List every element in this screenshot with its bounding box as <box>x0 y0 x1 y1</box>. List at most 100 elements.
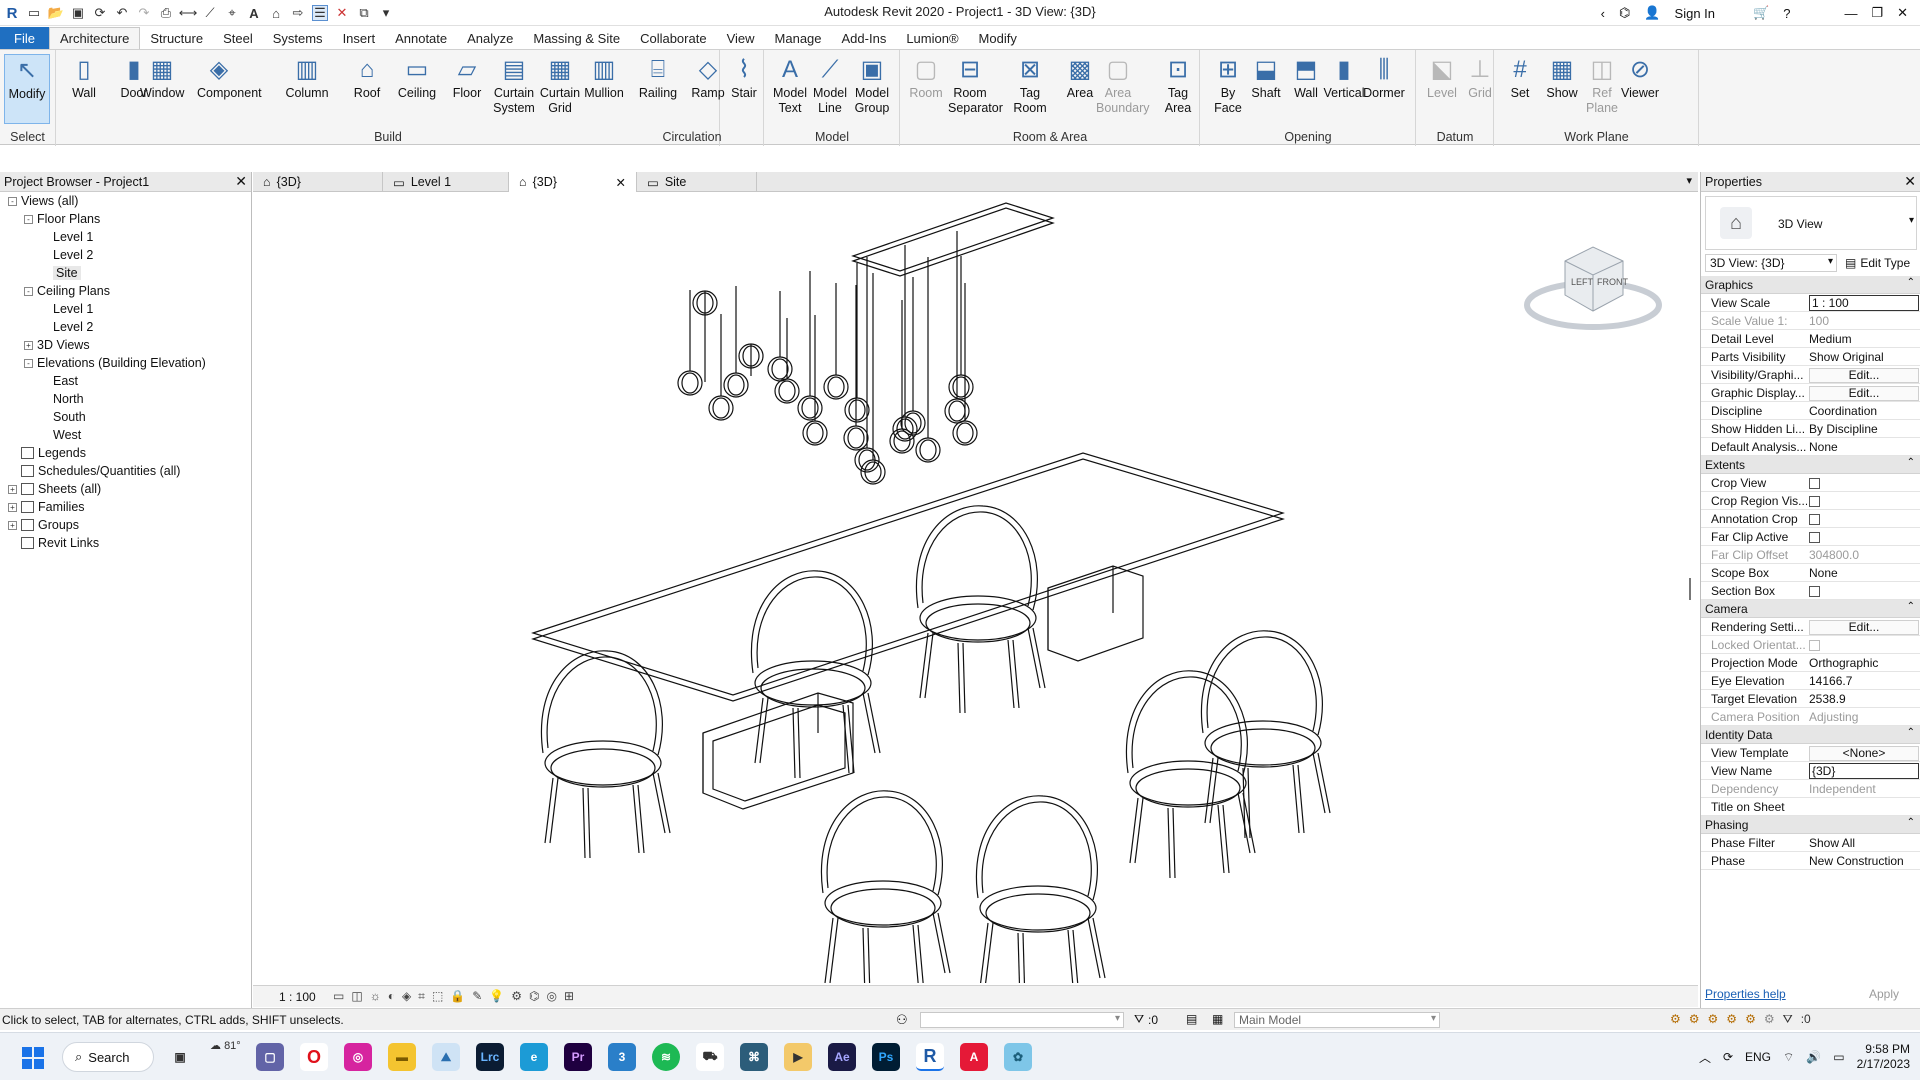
chevron-up-icon[interactable]: ︿ <box>1699 1049 1711 1066</box>
edge-icon[interactable]: e <box>520 1043 548 1071</box>
close-icon[interactable]: ✕ <box>1904 173 1916 190</box>
save-icon[interactable]: ▣ <box>70 5 86 21</box>
property-value-crop-view[interactable] <box>1809 476 1919 492</box>
checkbox[interactable] <box>1809 514 1820 525</box>
panel-label-room[interactable]: Room & Area <box>901 130 1199 144</box>
tab-manage[interactable]: Manage <box>765 27 832 49</box>
tree-item-level-2[interactable]: Level 2 <box>40 320 93 334</box>
select-links-icon[interactable]: ⚙ <box>1670 1012 1681 1027</box>
analytical-icon[interactable]: ⌬ <box>529 989 539 1004</box>
property-value-crop-region-vis[interactable] <box>1809 494 1919 510</box>
build-tool-component[interactable]: ◈ Component <box>197 54 262 101</box>
clock[interactable]: 9:58 PM 2/17/2023 <box>1857 1042 1910 1072</box>
text-icon[interactable]: A <box>246 5 262 21</box>
view-cube[interactable]: LEFT FRONT <box>1523 233 1663 343</box>
collapse-icon[interactable]: ⌃ <box>1907 817 1915 828</box>
view-tab-site[interactable]: ▭ Site <box>637 172 757 192</box>
expand-icon[interactable]: + <box>8 484 17 494</box>
tree-item-level-1[interactable]: Level 1 <box>40 230 93 244</box>
language-indicator[interactable]: ENG <box>1745 1050 1771 1064</box>
binoculars-icon[interactable]: ⌬ <box>1619 5 1630 21</box>
media-icon[interactable]: ▶ <box>784 1043 812 1071</box>
opening-tool-shaft[interactable]: ⬓ Shaft <box>1244 54 1288 101</box>
checkbox[interactable] <box>1809 532 1820 543</box>
battery-icon[interactable]: ▭ <box>1833 1050 1844 1064</box>
tab-annotate[interactable]: Annotate <box>385 27 457 49</box>
build-tool-wall[interactable]: ▯ Wall <box>62 54 106 101</box>
background-process-icon[interactable]: ⚙ <box>1764 1012 1775 1027</box>
section-icon[interactable]: ⇨ <box>290 5 306 21</box>
autocad-icon[interactable]: A <box>960 1043 988 1071</box>
close-icon[interactable]: ✕ <box>616 175 626 190</box>
revit-taskbar-icon[interactable]: R <box>916 1043 944 1071</box>
sync-icon[interactable]: ⟳ <box>92 5 108 21</box>
property-value-view-scale[interactable]: 1 : 100 <box>1809 295 1919 311</box>
design-options-icon[interactable]: ▤ <box>1186 1012 1197 1026</box>
crop-region-icon[interactable]: ⬚ <box>432 989 443 1004</box>
properties-section-identity-data[interactable]: Identity Data ⌃ <box>1701 726 1920 744</box>
tab-structure[interactable]: Structure <box>140 27 213 49</box>
volume-icon[interactable]: 🔊 <box>1806 1050 1821 1064</box>
crop-icon[interactable]: ⌗ <box>418 989 425 1004</box>
tree-item-3d-views[interactable]: +3D Views <box>24 338 90 352</box>
collapse-icon[interactable]: - <box>8 196 17 206</box>
tab-collaborate[interactable]: Collaborate <box>630 27 717 49</box>
print-icon[interactable]: ⎙ <box>158 5 174 21</box>
view-tab-level-1[interactable]: ▭ Level 1 <box>383 172 509 192</box>
tree-item-families[interactable]: + Families <box>8 500 85 514</box>
after-effects-icon[interactable]: Ae <box>828 1043 856 1071</box>
sign-in-button[interactable]: Sign In <box>1675 6 1715 21</box>
properties-section-extents[interactable]: Extents ⌃ <box>1701 456 1920 474</box>
collapse-icon[interactable]: - <box>24 286 33 296</box>
new-icon[interactable]: ▭ <box>26 5 42 21</box>
weather-widget[interactable]: ☁ 81° <box>210 1039 241 1052</box>
expand-icon[interactable]: + <box>24 340 33 350</box>
edit-type-button[interactable]: ▤ Edit Type <box>1841 254 1917 272</box>
worksharing-icon[interactable]: ⚙ <box>511 989 522 1004</box>
property-value-default-analysis[interactable]: None <box>1809 440 1919 454</box>
build-tool-curtain-grid[interactable]: ▦ Curtain Grid <box>538 54 582 116</box>
tree-item-level-1[interactable]: Level 1 <box>40 302 93 316</box>
view-cube-front-label[interactable]: FRONT <box>1597 277 1628 287</box>
apply-button[interactable]: Apply <box>1869 987 1899 1001</box>
properties-section-graphics[interactable]: Graphics ⌃ <box>1701 276 1920 294</box>
property-value-show-hidden-li[interactable]: By Discipline <box>1809 422 1919 436</box>
tree-item-revit-links[interactable]: Revit Links <box>8 536 99 550</box>
taskbar-search[interactable]: ⌕ Search <box>62 1042 154 1072</box>
properties-section-phasing[interactable]: Phasing ⌃ <box>1701 816 1920 834</box>
restore-button[interactable]: ❐ <box>1871 5 1883 21</box>
tab-add-ins[interactable]: Add-Ins <box>832 27 897 49</box>
undo-icon[interactable]: ↶ <box>114 5 130 21</box>
tab-menu-icon[interactable]: ▾ <box>1686 174 1692 187</box>
help-icon[interactable]: ? <box>1783 6 1790 21</box>
tab-insert[interactable]: Insert <box>333 27 386 49</box>
other-app-icon[interactable]: ✿ <box>1004 1043 1032 1071</box>
chevron-left-icon[interactable]: ‹ <box>1601 6 1605 21</box>
drag-elements-icon[interactable]: ⚙ <box>1745 1012 1756 1027</box>
photoshop-icon[interactable]: Ps <box>872 1043 900 1071</box>
circulation-tool-stair[interactable]: ⌇ Stair <box>722 54 766 101</box>
room-tool-tag-room[interactable]: ⊠ Tag Room <box>1008 54 1052 116</box>
room-tool-room[interactable]: ▢ Room <box>904 54 948 101</box>
opening-tool-vertical[interactable]: ▮ Vertical <box>1322 54 1366 101</box>
revit-logo-icon[interactable]: R <box>4 5 20 22</box>
measure-icon[interactable]: ⟷ <box>179 5 198 21</box>
build-tool-window[interactable]: ▦ Window <box>140 54 184 101</box>
tree-item-south[interactable]: South <box>40 410 86 424</box>
collapse-icon[interactable]: - <box>24 214 33 224</box>
property-value-graphic-display[interactable]: Edit... <box>1809 386 1919 401</box>
app-icon[interactable]: ⛟ <box>696 1043 724 1071</box>
checkbox[interactable] <box>1809 496 1820 507</box>
3d-model-view[interactable] <box>253 193 1698 1004</box>
temp-hide-icon[interactable]: ✎ <box>472 989 482 1004</box>
property-value-visibility-graphi[interactable]: Edit... <box>1809 368 1919 383</box>
edit-button[interactable]: Edit... <box>1809 620 1919 635</box>
detail-level-icon[interactable]: ▭ <box>333 989 344 1004</box>
tree-item-legends[interactable]: Legends <box>8 446 86 460</box>
edit-button[interactable]: Edit... <box>1809 368 1919 383</box>
tree-item-east[interactable]: East <box>40 374 78 388</box>
maps-icon[interactable]: ⌘ <box>740 1043 768 1071</box>
premiere-icon[interactable]: Pr <box>564 1043 592 1071</box>
property-value-annotation-crop[interactable] <box>1809 512 1919 528</box>
minimize-button[interactable]: — <box>1844 6 1857 21</box>
